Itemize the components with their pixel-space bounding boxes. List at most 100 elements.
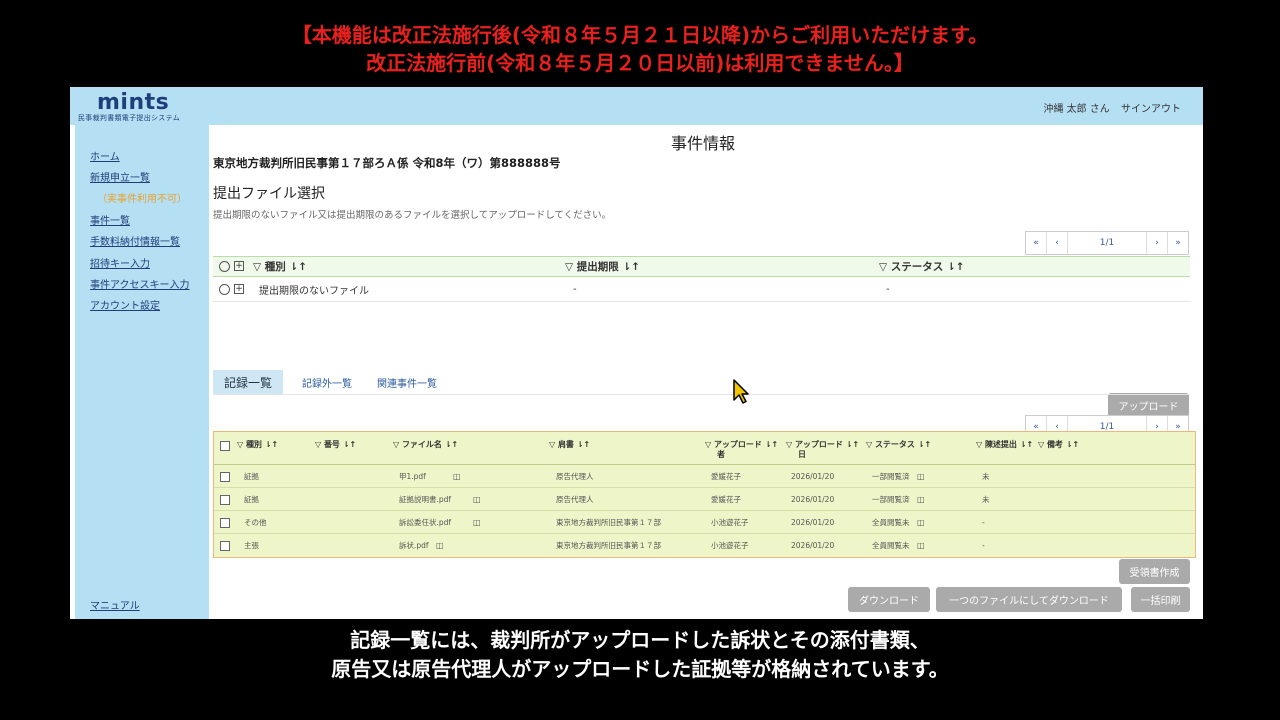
table-row[interactable]: + 提出期限のないファイル - -	[213, 277, 1190, 302]
sidebar-item-case-list[interactable]: 事件一覧	[90, 212, 130, 227]
col-doc[interactable]: ▽ 肩書 ⇂↑	[549, 434, 590, 454]
row-status: 一部閲覧済	[872, 494, 910, 504]
col-status[interactable]: ▽ ステータス ⇂↑	[866, 434, 931, 454]
print-all-button[interactable]: 一括印刷	[1131, 587, 1190, 612]
file-preview-icon[interactable]: ◫	[453, 465, 461, 487]
row-deadline: -	[573, 283, 577, 295]
sidebar-item-new-filing-list[interactable]: 新規申立一覧	[90, 169, 150, 184]
table-row[interactable]: 証拠 甲1.pdf ◫ 原告代理人 愛媛花子 2026/01/20 一部閲覧済 …	[214, 465, 1195, 488]
row-uploader: 小池遊花子	[711, 517, 749, 527]
signout-link[interactable]: サインアウト	[1121, 104, 1181, 115]
row-filename[interactable]: 証拠説明書.pdf	[399, 488, 451, 510]
row-status: 一部閲覧済	[872, 471, 910, 481]
mints-logo[interactable]: mints	[97, 90, 169, 115]
col-uploader[interactable]: ▽ アップロード ⇂↑	[705, 434, 778, 454]
notice-line-1: 【本機能は改正法施行後(令和８年５月２１日以降)からご利用いただけます。	[291, 23, 989, 47]
col-deadline[interactable]: ▽ 提出期限 ⇂↑	[565, 257, 640, 276]
tab-related-cases[interactable]: 関連事件一覧	[377, 370, 437, 394]
user-area: 沖縄 太郎 さん サインアウト	[1043, 100, 1181, 115]
col-submitted[interactable]: ▽ 陳述提出 ⇂↑	[976, 434, 1033, 454]
case-title: 東京地方裁判所旧民事第１７部ろＡ係 令和8年（ワ）第888888号	[213, 156, 561, 170]
pager-last[interactable]: »	[1168, 232, 1188, 254]
row-uploader: 小池遊花子	[711, 540, 749, 550]
col-date[interactable]: ▽ アップロード ⇂↑	[786, 434, 859, 454]
download-merged-button[interactable]: 一つのファイルにしてダウンロード	[936, 587, 1122, 612]
upload-button[interactable]: アップロード	[1108, 393, 1189, 417]
page-title: 事件情報	[670, 134, 735, 153]
row-checkbox[interactable]	[220, 472, 230, 482]
download-button[interactable]: ダウンロード	[848, 587, 930, 612]
file-preview-icon[interactable]: ◫	[436, 534, 444, 556]
col-type[interactable]: ▽ 種別 ⇂↑	[237, 434, 278, 454]
row-doc: 原告代理人	[556, 471, 594, 481]
col-uploader-line2: 者	[717, 449, 725, 459]
col-filename[interactable]: ▽ ファイル名 ⇂↑	[393, 434, 458, 454]
row-checkbox[interactable]	[220, 518, 230, 528]
row-status: 全員閲覧未	[872, 540, 910, 550]
row-filename[interactable]: 訴状.pdf	[399, 534, 429, 556]
receipt-button[interactable]: 受領書作成	[1119, 559, 1190, 584]
row-filename[interactable]: 甲1.pdf	[399, 465, 426, 487]
row-type: 提出期限のないファイル	[259, 285, 369, 297]
file-preview-icon[interactable]: ◫	[473, 488, 481, 510]
expand-icon[interactable]: +	[234, 261, 244, 271]
sidebar-item-access-key[interactable]: 事件アクセスキー入力	[90, 276, 190, 291]
row-date: 2026/01/20	[791, 471, 835, 481]
select-all-checkbox[interactable]	[220, 441, 230, 451]
row-submitted: -	[982, 517, 985, 527]
row-submitted: -	[982, 540, 985, 550]
section-title: 提出ファイル選択	[213, 186, 325, 202]
notice-line-2: 改正法施行前(令和８年５月２０日以前)は利用できません。】	[366, 51, 914, 75]
row-type: 主張	[244, 540, 259, 550]
row-type: その他	[244, 517, 267, 527]
sidebar-item-home[interactable]: ホーム	[90, 148, 120, 163]
sidebar-item-manual[interactable]: マニュアル	[90, 597, 140, 612]
row-uploader: 愛媛花子	[711, 494, 741, 504]
col-number[interactable]: ▽ 番号 ⇂↑	[315, 434, 356, 454]
row-type: 証拠	[244, 471, 259, 481]
header-bar: mints 民事裁判書類電子提出システム 沖縄 太郎 さん サインアウト	[70, 87, 1203, 125]
records-header: ▽ 種別 ⇂↑ ▽ 番号 ⇂↑ ▽ ファイル名 ⇂↑ ▽ 肩書 ⇂↑ ▽ アップ…	[214, 434, 1195, 465]
pager-next[interactable]: ›	[1147, 232, 1168, 254]
instruction-text: 提出期限のないファイル又は提出期限のあるファイルを選択してアップロードしてくださ…	[213, 210, 612, 221]
row-checkbox[interactable]	[220, 495, 230, 505]
sidebar: ホーム 新規申立一覧 （実事件利用不可） 事件一覧 手数料納付情報一覧 招待キー…	[75, 125, 209, 619]
row-checkbox[interactable]	[220, 541, 230, 551]
col-date-line2: 日	[798, 449, 806, 459]
status-icon[interactable]: ◫	[917, 511, 925, 533]
pager-first[interactable]: «	[1026, 232, 1047, 254]
sidebar-note-unavailable: （実事件利用不可）	[97, 194, 187, 205]
expand-icon[interactable]: +	[234, 284, 244, 294]
status-icon[interactable]: ◫	[917, 488, 925, 510]
tab-records[interactable]: 記録一覧	[213, 370, 284, 394]
file-preview-icon[interactable]: ◫	[473, 511, 481, 533]
row-uploader: 愛媛花子	[711, 471, 741, 481]
sidebar-item-fee-list[interactable]: 手数料納付情報一覧	[90, 233, 180, 248]
col-notes[interactable]: ▽ 備考 ⇂↑	[1038, 434, 1079, 454]
table-row[interactable]: その他 訴訟委任状.pdf ◫ 東京地方裁判所旧民事第１７部 小池遊花子 202…	[214, 511, 1195, 534]
row-submitted: 未	[982, 494, 990, 504]
row-date: 2026/01/20	[791, 517, 835, 527]
upload-table-header: + ▽ 種別 ⇂↑ ▽ 提出期限 ⇂↑ ▽ ステータス ⇂↑	[213, 256, 1190, 277]
record-tabs: 記録一覧 記録外一覧 関連事件一覧	[213, 370, 1190, 395]
radio-all[interactable]	[219, 261, 230, 272]
row-filename[interactable]: 訴訟委任状.pdf	[399, 511, 451, 533]
sidebar-item-account[interactable]: アカウント設定	[90, 297, 160, 312]
row-type: 証拠	[244, 494, 259, 504]
records-table: ▽ 種別 ⇂↑ ▽ 番号 ⇂↑ ▽ ファイル名 ⇂↑ ▽ 肩書 ⇂↑ ▽ アップ…	[213, 431, 1196, 558]
row-submitted: 未	[982, 471, 990, 481]
table-row[interactable]: 主張 訴状.pdf ◫ 東京地方裁判所旧民事第１７部 小池遊花子 2026/01…	[214, 534, 1195, 556]
pager-prev[interactable]: ‹	[1047, 232, 1068, 254]
col-status[interactable]: ▽ ステータス ⇂↑	[879, 257, 964, 276]
col-type[interactable]: ▽ 種別 ⇂↑	[253, 257, 307, 276]
mouse-cursor-icon	[733, 379, 749, 404]
table-row[interactable]: 証拠 証拠説明書.pdf ◫ 原告代理人 愛媛花子 2026/01/20 一部閲…	[214, 488, 1195, 511]
upload-table: + ▽ 種別 ⇂↑ ▽ 提出期限 ⇂↑ ▽ ステータス ⇂↑ + 提出期限のない…	[213, 256, 1190, 302]
radio-row[interactable]	[219, 284, 230, 295]
tab-non-records[interactable]: 記録外一覧	[302, 370, 352, 394]
row-doc: 東京地方裁判所旧民事第１７部	[556, 540, 661, 550]
sidebar-item-invite-key[interactable]: 招待キー入力	[90, 255, 150, 270]
status-icon[interactable]: ◫	[917, 465, 925, 487]
status-icon[interactable]: ◫	[917, 534, 925, 556]
row-doc: 東京地方裁判所旧民事第１７部	[556, 517, 661, 527]
